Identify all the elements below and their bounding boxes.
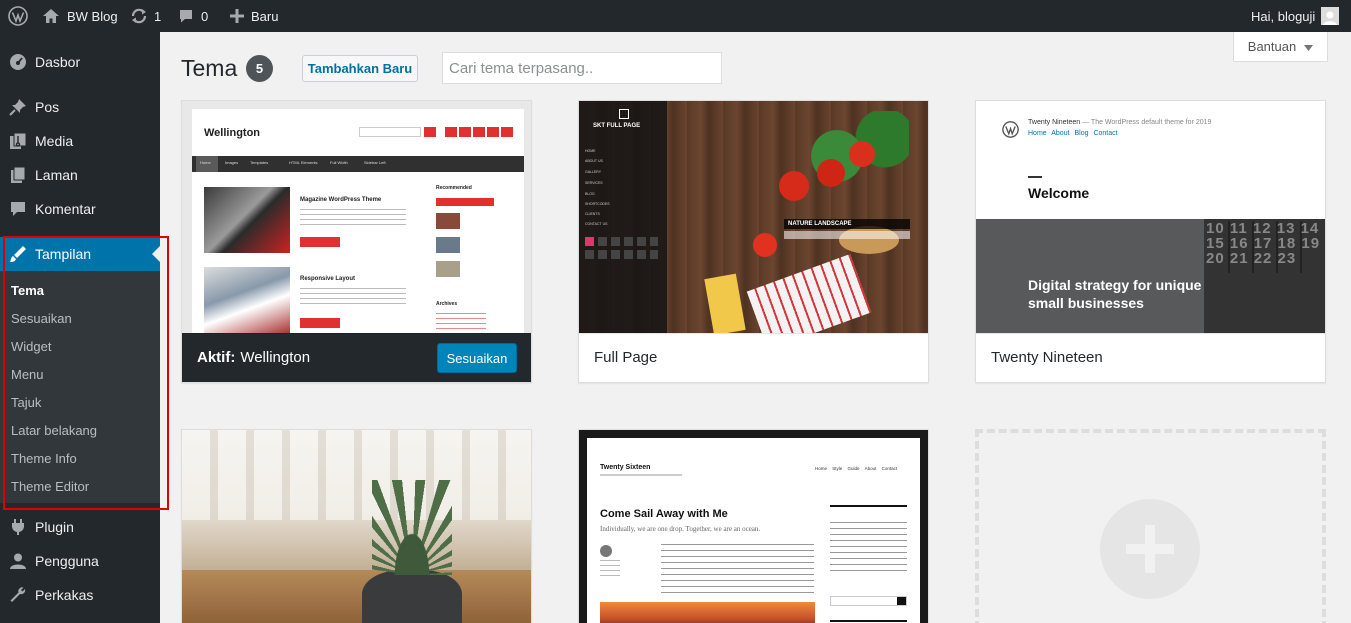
media-icon [8,131,28,151]
preview-post-title: Magazine WordPress Theme [300,197,382,203]
sidebar-item-label: Pos [35,99,60,115]
avatar [1321,7,1340,25]
preview-post-title: Responsive Layout [300,276,356,282]
add-new-theme-card[interactable] [975,429,1326,623]
preview-nav: Home Images Templates HTML Elements Full… [192,156,524,172]
theme-card-full-page[interactable]: SKT FULL PAGE HOME ABOUT US GALLERY SERV… [578,100,929,383]
theme-count-badge: 5 [246,55,273,82]
wordpress-logo-icon[interactable] [8,0,28,32]
submenu-widgets[interactable]: Widget [11,333,51,361]
updates-link[interactable]: 1 [130,0,161,32]
caret-down-icon [1304,39,1314,54]
sidebar-item-media[interactable]: Media [0,124,160,158]
sidebar-item-appearance[interactable]: Tampilan [0,237,160,271]
sidebar-item-label: Pengguna [35,553,99,569]
preview-site-title: Wellington [204,127,261,139]
sidebar-item-pages[interactable]: Laman [0,158,160,192]
new-label: Baru [251,8,279,24]
sidebar-item-plugins[interactable]: Plugin [0,510,160,544]
greeting: Hai, bloguji [1251,8,1316,24]
pages-icon [8,165,28,185]
preview-site-name: Twenty Nineteen — The WordPress default … [1028,119,1212,126]
appearance-icon [8,244,28,264]
sidebar-item-tools[interactable]: Perkakas [0,578,160,612]
theme-name-bar: Full Page [579,333,928,382]
theme-card-wellington[interactable]: Wellington Home Images Templates HTML El… [181,100,532,383]
comment-bubble-icon [178,8,194,24]
admin-sidebar: Dasbor Pos Media Laman Komentar Tampilan… [0,32,160,623]
theme-screenshot: Wellington Home Images Templates HTML El… [182,101,531,333]
site-name-link[interactable]: BW Blog [42,0,118,32]
preview-nav: Home Style Guide About Contact [815,466,898,471]
comments-link[interactable]: 0 [178,0,208,32]
sidebar-item-label: Laman [35,167,78,183]
active-prefix: Aktif: [197,349,236,366]
sidebar-item-label: Media [35,133,74,149]
sidebar-item-label: Perkakas [35,587,94,603]
theme-screenshot [182,430,531,623]
theme-screenshot: Twenty Sixteen Home Style Guide About Co… [579,430,928,623]
pin-icon [8,97,28,117]
theme-name-bar: Twenty Nineteen [976,333,1325,382]
submenu-customize[interactable]: Sesuaikan [11,305,72,333]
theme-name: Wellington [240,349,311,366]
theme-card-twenty-sixteen[interactable]: Twenty Sixteen Home Style Guide About Co… [578,429,929,623]
theme-screenshot: Twenty Nineteen — The WordPress default … [976,101,1325,333]
preview-post-excerpt: Individually, we are one drop. Together,… [600,525,761,533]
comments-icon [8,199,28,219]
sidebar-item-label: Plugin [35,519,74,535]
page-title: Tema [181,55,238,81]
my-account-link[interactable]: Hai, bloguji [1251,0,1340,32]
plugin-icon [8,517,28,537]
submenu-header[interactable]: Tajuk [11,389,41,417]
tools-icon [8,585,28,605]
users-icon [8,551,28,571]
theme-card-twenty-nineteen[interactable]: Twenty Nineteen — The WordPress default … [975,100,1326,383]
preview-caption: NATURE LANDSCAPE [788,221,852,227]
submenu-background[interactable]: Latar belakang [11,417,97,445]
preview-nav: Home About Blog Contact [1028,130,1118,137]
submenu-themes[interactable]: Tema [11,277,44,305]
submenu-theme-editor[interactable]: Theme Editor [11,473,89,501]
sidebar-item-label: Tampilan [35,246,92,262]
preview-site-name: Twenty Sixteen [600,464,651,471]
updates-count: 1 [154,8,162,24]
search-input[interactable] [442,52,722,84]
sidebar-item-dashboard[interactable]: Dasbor [0,45,160,79]
dashboard-icon [8,52,28,72]
submenu-menus[interactable]: Menu [11,361,44,389]
sidebar-item-posts[interactable]: Pos [0,90,160,124]
add-new-theme-button[interactable]: Tambahkan Baru [302,55,418,82]
preview-welcome: Welcome [1028,185,1090,201]
home-icon [42,8,60,24]
theme-name: Full Page [594,349,658,366]
sidebar-item-comments[interactable]: Komentar [0,192,160,226]
theme-name: Twenty Nineteen [991,349,1103,366]
site-name: BW Blog [67,8,118,24]
sidebar-item-label: Dasbor [35,54,81,70]
admin-bar: BW Blog 1 0 Baru Hai, bloguji [0,0,1351,32]
theme-card-twenty-seventeen[interactable] [181,429,532,623]
theme-screenshot: SKT FULL PAGE HOME ABOUT US GALLERY SERV… [579,101,928,333]
appearance-submenu: Tema Sesuaikan Widget Menu Tajuk Latar b… [0,271,160,503]
plus-icon [230,9,244,23]
new-content-link[interactable]: Baru [230,0,278,32]
sidebar-item-users[interactable]: Pengguna [0,544,160,578]
updates-icon [130,7,148,25]
comments-count: 0 [201,8,209,24]
submenu-theme-info[interactable]: Theme Info [11,445,77,473]
help-label: Bantuan [1247,39,1297,54]
preview-post-title: Come Sail Away with Me [600,508,728,520]
sidebar-item-label: Komentar [35,201,96,217]
theme-name-bar: Aktif: Wellington Sesuaikan [182,333,531,382]
preview-sidebar: SKT FULL PAGE HOME ABOUT US GALLERY SERV… [579,101,667,333]
customize-button[interactable]: Sesuaikan [437,343,517,373]
preview-hero-text: Digital strategy for unique small busine… [1028,277,1202,311]
help-tab[interactable]: Bantuan [1233,32,1328,62]
plus-icon [1100,499,1200,599]
wordpress-logo-icon [1002,121,1019,143]
